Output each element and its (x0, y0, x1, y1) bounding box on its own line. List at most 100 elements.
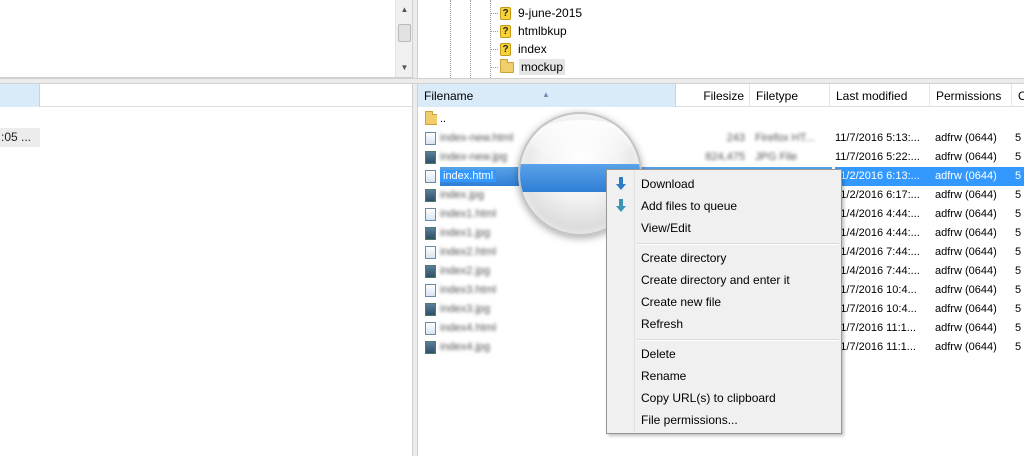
tree-guide-line (470, 0, 471, 78)
file-name-text: index4.html (440, 322, 497, 334)
owner (1015, 110, 1024, 129)
menu-item-refresh[interactable]: Refresh (607, 313, 841, 335)
tree-item-htmlbkup[interactable]: ? htmlbkup (490, 22, 569, 40)
column-label: Filetype (756, 89, 799, 103)
local-column-header[interactable] (0, 84, 40, 107)
file-size: 824,475 (705, 151, 745, 163)
scrollbar-thumb[interactable] (398, 24, 411, 42)
column-last-modified[interactable]: Last modified (830, 84, 930, 107)
last-modified (835, 110, 935, 129)
column-permissions[interactable]: Permissions (930, 84, 1012, 107)
menu-item-rename[interactable]: Rename (607, 365, 841, 387)
last-modified: 11/4/2016 4:44:... (835, 208, 920, 220)
permissions: adfrw (0644) (935, 303, 997, 315)
menu-item-label: Rename (641, 369, 687, 383)
menu-item-create-directory-enter[interactable]: Create directory and enter it (607, 269, 841, 291)
html-file-icon (425, 167, 437, 186)
permissions: adfrw (0644) (935, 151, 997, 163)
scroll-up-arrow-icon[interactable]: ▲ (396, 2, 413, 18)
owner: 5 (1015, 265, 1022, 277)
owner: 5 (1015, 284, 1022, 296)
local-directory-tree[interactable]: ▲ ▼ (0, 0, 412, 78)
last-modified: 11/7/2016 10:4... (835, 303, 917, 315)
local-tree-scrollbar[interactable]: ▲ ▼ (395, 0, 412, 77)
local-file-list[interactable]: :05 ... (0, 84, 412, 456)
permissions (935, 110, 1015, 129)
image-file-icon (425, 262, 437, 281)
column-filesize[interactable]: Filesize (676, 84, 750, 107)
menu-separator (637, 339, 839, 341)
sort-ascending-icon: ▲ (542, 90, 550, 99)
permissions: adfrw (0644) (935, 265, 997, 277)
column-label: Filename (424, 89, 474, 103)
table-row[interactable]: index-new.jpg 824,475 JPG File 11/7/2016 5:… (418, 148, 1024, 167)
file-list-header: ▲ Filename Filesize Filetype Last modifi… (418, 84, 1024, 107)
column-filename[interactable]: ▲ Filename (418, 84, 676, 107)
menu-item-label: Create new file (641, 295, 722, 309)
permissions: adfrw (0644) (935, 227, 997, 239)
permissions: adfrw (0644) (935, 189, 997, 201)
local-list-cell[interactable]: :05 ... (0, 128, 40, 147)
image-file-icon (425, 148, 437, 167)
owner: 5 (1015, 167, 1024, 186)
last-modified: 11/4/2016 4:44:... (835, 227, 920, 239)
owner: 5 (1015, 227, 1022, 239)
owner: 5 (1015, 341, 1022, 353)
owner: 5 (1015, 151, 1022, 163)
file-type: JPG File (755, 151, 798, 163)
download-icon (607, 173, 635, 195)
column-filetype[interactable]: Filetype (750, 84, 830, 107)
owner: 5 (1015, 132, 1022, 144)
column-label: Filesize (703, 89, 744, 103)
image-file-icon (425, 338, 437, 357)
folder-icon (500, 58, 514, 73)
remote-directory-tree[interactable]: ? 9-june-2015 ? htmlbkup ? index mockup (418, 0, 1024, 78)
tree-item-label: mockup (519, 59, 566, 75)
table-row[interactable]: index-new.html 243 Firefox HT... 11/7/2016 … (418, 129, 1024, 148)
html-file-icon (425, 243, 437, 262)
file-name-text: index1.html (440, 208, 497, 220)
menu-item-delete[interactable]: Delete (607, 343, 841, 365)
html-file-icon (425, 319, 437, 338)
permissions: adfrw (0644) (935, 167, 1015, 186)
tree-connector (490, 48, 498, 50)
scroll-down-arrow-icon[interactable]: ▼ (396, 60, 413, 76)
image-file-icon (425, 224, 437, 243)
file-size: 243 (726, 132, 745, 144)
file-name-text: index.html (440, 170, 497, 182)
html-file-icon (425, 129, 437, 148)
permissions: adfrw (0644) (935, 208, 997, 220)
menu-item-view-edit[interactable]: View/Edit (607, 217, 841, 239)
file-name-text: index-new.html (440, 132, 514, 144)
tree-item-index[interactable]: ? index (490, 40, 549, 58)
menu-item-create-new-file[interactable]: Create new file (607, 291, 841, 313)
column-owner[interactable]: O (1012, 84, 1024, 107)
file-type (755, 110, 835, 129)
last-modified: 11/4/2016 7:44:... (835, 265, 920, 277)
menu-item-add-to-queue[interactable]: Add files to queue (607, 195, 841, 217)
file-type: Firefox HT... (755, 132, 815, 144)
file-name-text: index3.html (440, 284, 497, 296)
tree-item-label: 9-june-2015 (518, 6, 583, 20)
menu-item-label: View/Edit (641, 221, 691, 235)
menu-item-create-directory[interactable]: Create directory (607, 247, 841, 269)
tree-item-label: index (518, 42, 547, 56)
tree-guide-line (450, 0, 451, 78)
context-menu: Download Add files to queue View/Edit Cr… (606, 169, 842, 434)
last-modified: 11/7/2016 5:13:... (835, 132, 920, 144)
table-row[interactable]: .. (418, 110, 1024, 129)
last-modified: 11/2/2016 6:13:... (835, 167, 935, 186)
permissions: adfrw (0644) (935, 341, 997, 353)
file-name-text: .. (440, 113, 447, 125)
last-modified: 11/7/2016 5:22:... (835, 151, 920, 163)
owner: 5 (1015, 303, 1022, 315)
tree-item-mockup[interactable]: mockup (490, 58, 566, 76)
menu-item-download[interactable]: Download (607, 173, 841, 195)
menu-item-file-permissions[interactable]: File permissions... (607, 409, 841, 431)
file-name-text: index-new.jpg (440, 151, 508, 163)
menu-item-copy-url[interactable]: Copy URL(s) to clipboard (607, 387, 841, 409)
question-folder-icon: ? (500, 24, 511, 38)
file-name-text: index3.jpg (440, 303, 491, 315)
tree-item-9-june-2015[interactable]: ? 9-june-2015 (490, 4, 584, 22)
last-modified: 11/7/2016 10:4... (835, 284, 917, 296)
